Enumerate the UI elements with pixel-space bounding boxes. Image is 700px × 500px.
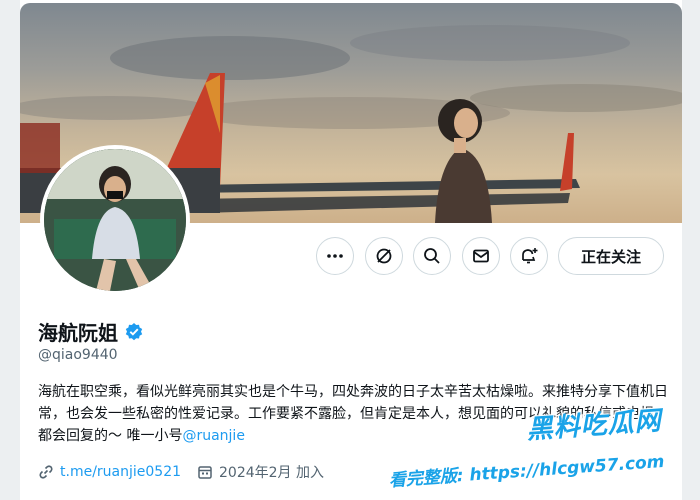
profile-card: 正在关注 海航阮姐 @qiao9440 海航在职空乘，看似光鲜亮丽其实也是个牛马… [20,0,682,500]
following-button[interactable]: 正在关注 [558,237,664,275]
name-row: 海航阮姐 [38,317,144,346]
profile-link-item: t.me/ruanjie0521 [38,464,181,480]
username-handle: @qiao9440 [38,347,118,363]
mail-icon [473,249,489,263]
grok-button[interactable] [365,237,403,275]
profile-website-link[interactable]: t.me/ruanjie0521 [60,464,181,480]
verified-badge-icon[interactable] [124,322,144,342]
display-name: 海航阮姐 [38,321,118,345]
joined-date-item: 2024年2月 加入 [197,462,324,482]
grok-icon [376,248,392,264]
watermark-url: 看完整版: https://hlcgw57.com [388,451,666,492]
message-button[interactable] [462,237,500,275]
notification-bell-plus-icon [522,248,538,264]
notifications-button[interactable] [510,237,548,275]
more-horizontal-icon [327,254,343,258]
search-button[interactable] [413,237,451,275]
calendar-icon [198,466,212,479]
profile-actions: 正在关注 [20,237,682,277]
search-icon [424,248,440,264]
link-icon [39,465,53,479]
more-button[interactable] [316,237,354,275]
profile-meta: t.me/ruanjie0521 2024年2月 加入 [38,462,324,482]
bio-mention-link[interactable]: @ruanjie [182,428,244,444]
joined-date: 2024年2月 加入 [219,465,325,481]
